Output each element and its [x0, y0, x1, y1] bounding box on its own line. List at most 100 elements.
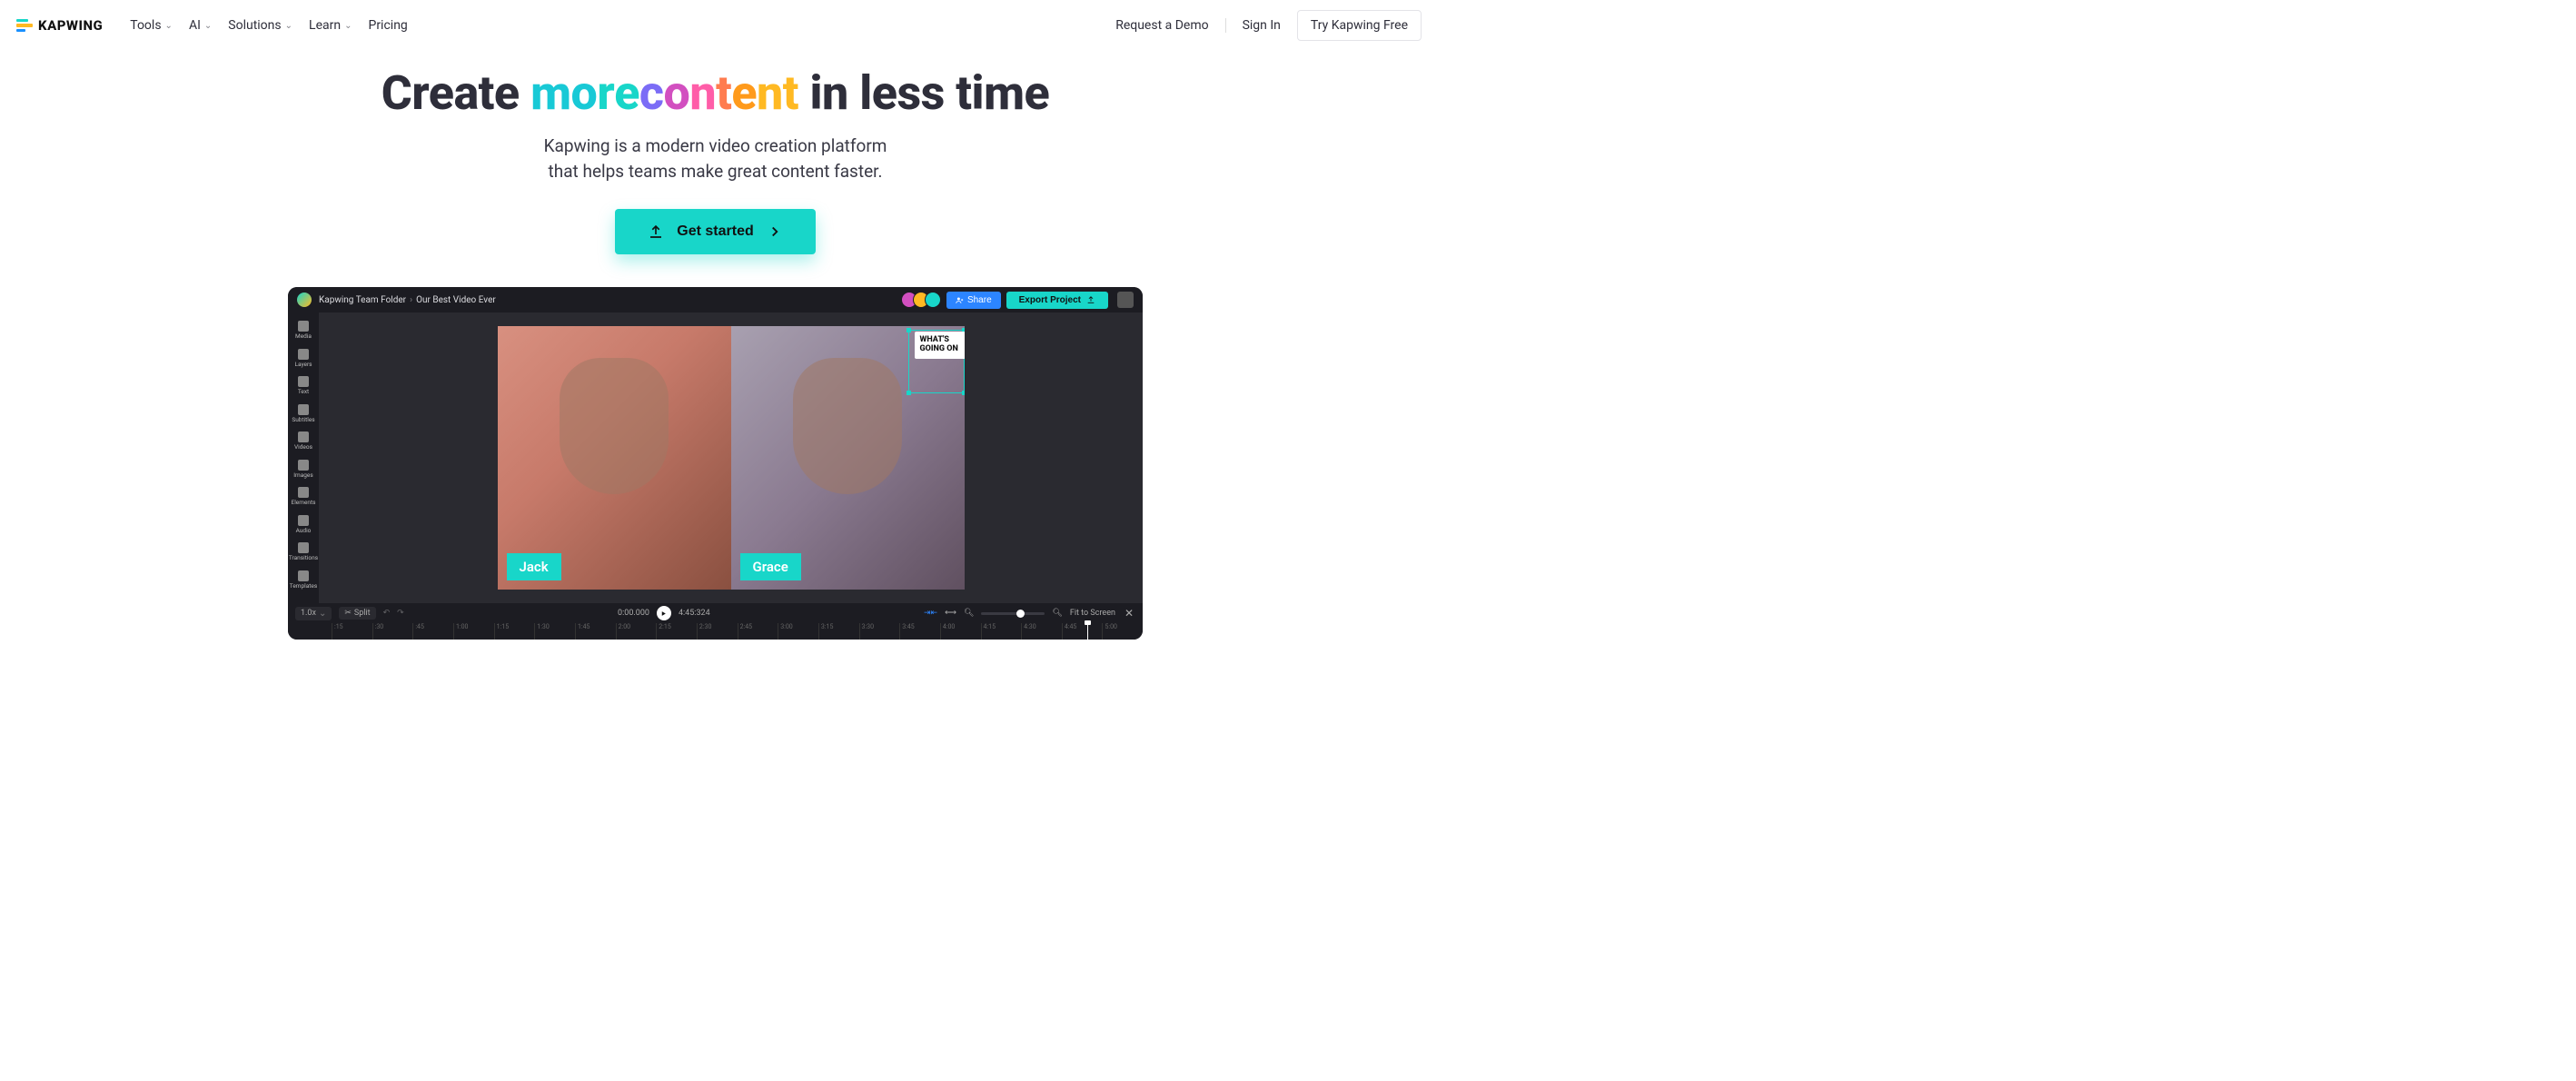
tick: 4:15	[981, 623, 1022, 640]
trim-icon[interactable]: ⟷	[945, 609, 956, 618]
editor-preview: Kapwing Team Folder›Our Best Video Ever …	[288, 287, 1143, 640]
tick: :15	[332, 623, 372, 640]
nav-link-learn[interactable]: Learn⌄	[309, 18, 352, 33]
tick: 2:00	[616, 623, 657, 640]
time-total: 4:45:324	[679, 609, 710, 618]
logo-text: KAPWING	[38, 17, 103, 34]
editor-sidebar: Media Layers Text Subtitles Videos Image…	[288, 312, 319, 603]
playhead[interactable]	[1087, 623, 1088, 640]
subtitles-icon	[298, 404, 309, 415]
top-nav: KAPWING Tools⌄ AI⌄ Solutions⌄ Learn⌄ Pri…	[0, 0, 1431, 51]
editor-timeline: 1.0x⌄ ✂Split ↶ ↷ 0:00.000 4:45:324 ⇥⇤ ⟷ …	[288, 603, 1143, 640]
chevron-right-icon	[767, 223, 783, 240]
export-button[interactable]: Export Project	[1006, 292, 1108, 309]
tick: 3:15	[818, 623, 859, 640]
play-button[interactable]	[657, 606, 671, 620]
sidebar-item-elements[interactable]: Elements	[288, 482, 319, 511]
images-icon	[298, 460, 309, 471]
share-button[interactable]: Share	[946, 292, 1001, 309]
chevron-down-icon: ⌄	[344, 21, 352, 31]
undo-button[interactable]: ↶	[383, 609, 391, 618]
user-avatar[interactable]	[1117, 292, 1134, 308]
breadcrumb[interactable]: Kapwing Team Folder›Our Best Video Ever	[319, 295, 496, 305]
zoom-slider[interactable]	[981, 612, 1045, 615]
logo[interactable]: KAPWING	[9, 17, 110, 34]
nav-link-ai[interactable]: AI⌄	[189, 18, 212, 33]
sign-in-link[interactable]: Sign In	[1243, 18, 1281, 33]
zoom-in-icon[interactable]: 🔍︎	[1052, 609, 1062, 618]
zoom-out-icon[interactable]: 🔍︎	[964, 609, 974, 618]
chevron-down-icon: ⌄	[165, 21, 173, 31]
speed-selector[interactable]: 1.0x⌄	[295, 607, 332, 620]
close-timeline-button[interactable]: ✕	[1123, 607, 1135, 620]
editor-topbar: Kapwing Team Folder›Our Best Video Ever …	[288, 287, 1143, 312]
tick: 2:30	[697, 623, 738, 640]
sidebar-item-templates[interactable]: Templates	[288, 566, 319, 594]
transitions-icon	[298, 542, 309, 553]
name-tag-right[interactable]: Grace	[740, 553, 801, 580]
tick: 1:30	[534, 623, 575, 640]
video-right[interactable]: Grace WHAT'S GOING ON Eric Em	[731, 326, 965, 590]
chevron-down-icon: ⌄	[204, 21, 212, 31]
sidebar-item-images[interactable]: Images	[288, 455, 319, 483]
split-button[interactable]: ✂Split	[339, 607, 375, 620]
export-icon	[1086, 295, 1095, 304]
text-icon	[298, 376, 309, 387]
sidebar-item-text[interactable]: Text	[288, 372, 319, 400]
tick: 4:30	[1021, 623, 1062, 640]
nav-right: Request a Demo Sign In Try Kapwing Free	[1115, 10, 1422, 41]
tick: 4:45	[1062, 623, 1103, 640]
collaborator-avatars[interactable]	[906, 292, 941, 308]
time-current: 0:00.000	[618, 609, 649, 618]
hero-rainbow-text: more content	[530, 65, 798, 121]
elements-icon	[298, 487, 309, 498]
fit-to-screen-button[interactable]: Fit to Screen	[1070, 609, 1115, 618]
sidebar-item-videos[interactable]: Videos	[288, 427, 319, 455]
get-started-button[interactable]: Get started	[615, 209, 815, 254]
tick: 3:45	[899, 623, 940, 640]
templates-icon	[298, 570, 309, 581]
video-frame[interactable]: Jack Grace WHAT'S GOING ON Eric E	[498, 326, 965, 590]
hero-headline: Create more content in less time	[0, 65, 1431, 121]
redo-button[interactable]: ↷	[397, 609, 404, 618]
sidebar-item-audio[interactable]: Audio	[288, 511, 319, 539]
tick: 2:15	[656, 623, 697, 640]
divider	[1225, 18, 1226, 33]
video-left[interactable]: Jack	[498, 326, 731, 590]
snap-icon[interactable]: ⇥⇤	[924, 609, 937, 618]
sidebar-item-layers[interactable]: Layers	[288, 344, 319, 372]
tick: 1:00	[453, 623, 494, 640]
tick: 3:30	[859, 623, 900, 640]
upload-icon	[648, 223, 664, 240]
hero: Create more content in less time Kapwing…	[0, 65, 1431, 254]
avatar[interactable]	[925, 292, 941, 308]
chevron-down-icon: ⌄	[285, 21, 292, 31]
tick: 1:15	[494, 623, 535, 640]
media-icon	[298, 321, 309, 332]
user-plus-icon	[956, 296, 964, 304]
request-demo-link[interactable]: Request a Demo	[1115, 18, 1208, 33]
sidebar-item-subtitles[interactable]: Subtitles	[288, 400, 319, 428]
layers-icon	[298, 349, 309, 360]
nav-link-solutions[interactable]: Solutions⌄	[228, 18, 292, 33]
tick: 1:45	[575, 623, 616, 640]
nav-link-tools[interactable]: Tools⌄	[130, 18, 173, 33]
editor-canvas[interactable]: Jack Grace WHAT'S GOING ON Eric E	[319, 312, 1143, 603]
tick: 2:45	[738, 623, 778, 640]
nav-links: Tools⌄ AI⌄ Solutions⌄ Learn⌄ Pricing	[130, 18, 408, 33]
editor-logo-icon[interactable]	[297, 293, 312, 307]
sidebar-item-media[interactable]: Media	[288, 316, 319, 344]
timeline-ruler[interactable]: :15 :30 :45 1:00 1:15 1:30 1:45 2:00 2:1…	[288, 623, 1143, 640]
try-free-button[interactable]: Try Kapwing Free	[1297, 10, 1422, 41]
tick: :45	[412, 623, 453, 640]
tick: 5:00	[1102, 623, 1143, 640]
speech-bubble[interactable]: WHAT'S GOING ON	[915, 332, 965, 359]
tick: 3:00	[778, 623, 818, 640]
sidebar-item-transitions[interactable]: Transitions	[288, 538, 319, 566]
logo-icon	[16, 19, 33, 32]
tick: 4:00	[940, 623, 981, 640]
nav-link-pricing[interactable]: Pricing	[368, 18, 407, 33]
videos-icon	[298, 431, 309, 442]
name-tag-left[interactable]: Jack	[507, 553, 561, 580]
hero-subtitle: Kapwing is a modern video creation platf…	[0, 134, 1431, 183]
